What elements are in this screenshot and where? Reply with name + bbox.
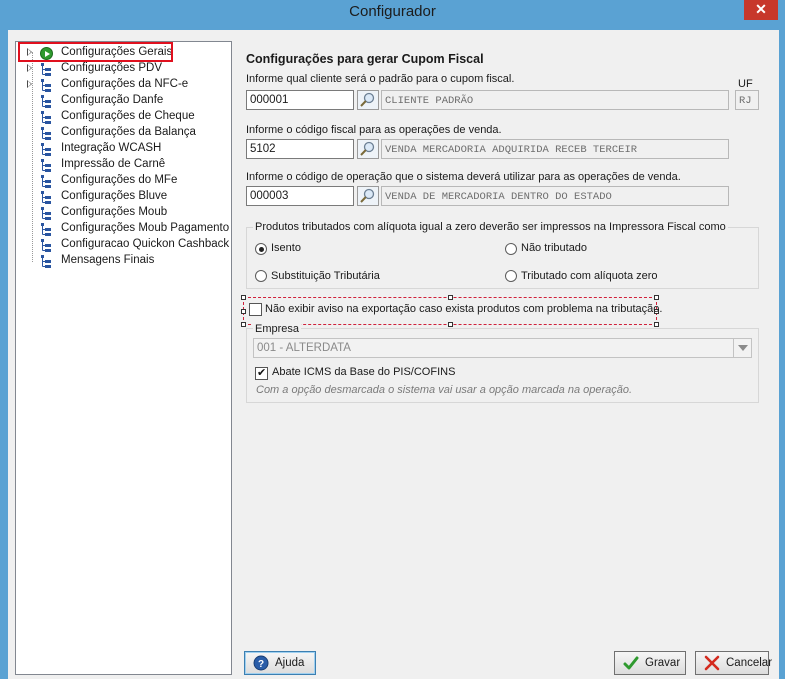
operacao-label: Informe o código de operação que o siste… <box>246 171 681 183</box>
radio-aliquota-zero[interactable] <box>505 270 517 282</box>
resize-handle[interactable] <box>241 295 246 300</box>
tree-item[interactable]: Impressão de Carnê <box>16 157 231 173</box>
x-icon <box>704 655 720 674</box>
tree-node-icon <box>40 159 52 172</box>
cancel-button[interactable]: Cancelar <box>695 651 773 675</box>
magnifier-icon <box>360 188 375 203</box>
resize-handle[interactable] <box>654 322 659 327</box>
cliente-search-button[interactable] <box>357 90 379 110</box>
abate-icms-checkbox[interactable] <box>255 366 268 380</box>
uf-label: UF <box>738 78 753 90</box>
help-button-label: Ajuda <box>275 657 305 669</box>
tree-item-label: Configurações Moub Pagamento <box>61 222 230 234</box>
fiscal-name-field: VENDA MERCADORIA ADQUIRIDA RECEB TERCEIR <box>381 139 729 159</box>
resize-handle[interactable] <box>654 295 659 300</box>
tree-item-label: Configurações Moub <box>61 206 168 218</box>
uf-field: RJ <box>735 90 759 110</box>
radio-substituicao-label: Substituição Tributária <box>271 270 380 282</box>
tree-item-label: Configurações PDV <box>61 62 162 74</box>
empresa-select[interactable]: 001 - ALTERDATA <box>253 338 752 358</box>
resize-handle[interactable] <box>241 322 246 327</box>
svg-text:?: ? <box>258 659 264 670</box>
resize-handle[interactable] <box>448 295 453 300</box>
magnifier-icon <box>360 141 375 156</box>
panel-title: Configurações para gerar Cupom Fiscal <box>246 52 484 66</box>
selected-item-highlight <box>18 42 173 62</box>
radio-substituicao[interactable] <box>255 270 267 282</box>
tree-node-icon <box>40 255 52 268</box>
radio-isento[interactable] <box>255 243 267 255</box>
tree-node-icon <box>40 95 52 108</box>
tree-item[interactable]: Integração WCASH <box>16 141 231 157</box>
tree-item-label: Configurações da NFC-e <box>61 78 189 90</box>
abate-icms-label: Abate ICMS da Base do PIS/COFINS <box>272 366 456 378</box>
tree-node-icon <box>40 63 52 76</box>
magnifier-icon <box>360 92 375 107</box>
operacao-name-field: VENDA DE MERCADORIA DENTRO DO ESTADO <box>381 186 729 206</box>
radio-nao-tributado-label: Não tributado <box>521 242 588 254</box>
tree-node-icon <box>40 191 52 204</box>
cliente-label: Informe qual cliente será o padrão para … <box>246 73 515 85</box>
tree-node-icon <box>40 111 52 124</box>
tree-node-icon <box>40 143 52 156</box>
tree-item-label: Configuração Danfe <box>61 94 164 106</box>
tree-item[interactable]: Configuracao Quickon Cashback <box>16 237 231 253</box>
aliquota-group-title: Produtos tributados com alíquota igual a… <box>253 221 728 233</box>
tree-item[interactable]: Configurações PDV <box>16 61 231 77</box>
check-icon <box>623 655 639 674</box>
cliente-name-field: CLIENTE PADRÃO <box>381 90 729 110</box>
save-button[interactable]: Gravar <box>614 651 686 675</box>
window-title: Configurador <box>349 3 436 20</box>
expand-arrow-icon[interactable] <box>27 80 32 88</box>
fiscal-code-input[interactable]: 5102 <box>246 139 354 159</box>
help-button[interactable]: ? Ajuda <box>244 651 316 675</box>
tree-item[interactable]: Mensagens Finais <box>16 253 231 269</box>
tree-item-label: Configurações da Balança <box>61 126 196 138</box>
empresa-select-value: 001 - ALTERDATA <box>257 342 351 354</box>
tree-item-label: Configuracao Quickon Cashback <box>61 238 230 250</box>
tree-item[interactable]: Configurações Moub Pagamento <box>16 221 231 237</box>
resize-handle[interactable] <box>241 309 246 314</box>
empresa-group-title: Empresa <box>253 323 302 335</box>
cliente-code-input[interactable]: 000001 <box>246 90 354 110</box>
radio-nao-tributado[interactable] <box>505 243 517 255</box>
radio-isento-label: Isento <box>271 242 301 254</box>
tree-node-icon <box>40 223 52 236</box>
fiscal-label: Informe o código fiscal para as operaçõe… <box>246 124 502 136</box>
operacao-search-button[interactable] <box>357 186 379 206</box>
help-icon: ? <box>253 655 269 674</box>
tree-item[interactable]: Configurações da Balança <box>16 125 231 141</box>
tree-item[interactable]: Configuração Danfe <box>16 93 231 109</box>
radio-aliquota-zero-label: Tributado com alíquota zero <box>521 270 658 282</box>
title-bar: Configurador ✕ <box>0 0 785 23</box>
cancel-button-label: Cancelar <box>726 657 773 669</box>
aviso-checkbox[interactable] <box>249 303 262 316</box>
tree-item[interactable]: Configurações de Cheque <box>16 109 231 125</box>
tree-item-label: Configurações Bluve <box>61 190 168 202</box>
tree-item[interactable]: Configurações da NFC-e <box>16 77 231 93</box>
tree-item-label: Impressão de Carnê <box>61 158 166 170</box>
tree-item-label: Configurações de Cheque <box>61 110 195 122</box>
tree-item-label: Integração WCASH <box>61 142 162 154</box>
expand-arrow-icon[interactable] <box>27 64 32 72</box>
resize-handle[interactable] <box>448 322 453 327</box>
tree-node-icon <box>40 127 52 140</box>
tree-node-icon <box>40 79 52 92</box>
fiscal-search-button[interactable] <box>357 139 379 159</box>
tree-item[interactable]: Configurações do MFe <box>16 173 231 189</box>
tree-item[interactable]: Configurações Moub <box>16 205 231 221</box>
tree-node-icon <box>40 207 52 220</box>
tree-item-label: Configurações do MFe <box>61 174 178 186</box>
close-button[interactable]: ✕ <box>744 0 778 20</box>
empresa-hint: Com a opção desmarcada o sistema vai usa… <box>256 384 633 396</box>
tree-node-icon <box>40 175 52 188</box>
tree-item[interactable]: Configurações Bluve <box>16 189 231 205</box>
aviso-checkbox-label: Não exibir aviso na exportação caso exis… <box>265 303 663 315</box>
save-button-label: Gravar <box>645 657 681 669</box>
tree-node-icon <box>40 239 52 252</box>
tree-item-label: Mensagens Finais <box>61 254 155 266</box>
operacao-code-input[interactable]: 000003 <box>246 186 354 206</box>
chevron-down-icon[interactable] <box>733 339 751 357</box>
